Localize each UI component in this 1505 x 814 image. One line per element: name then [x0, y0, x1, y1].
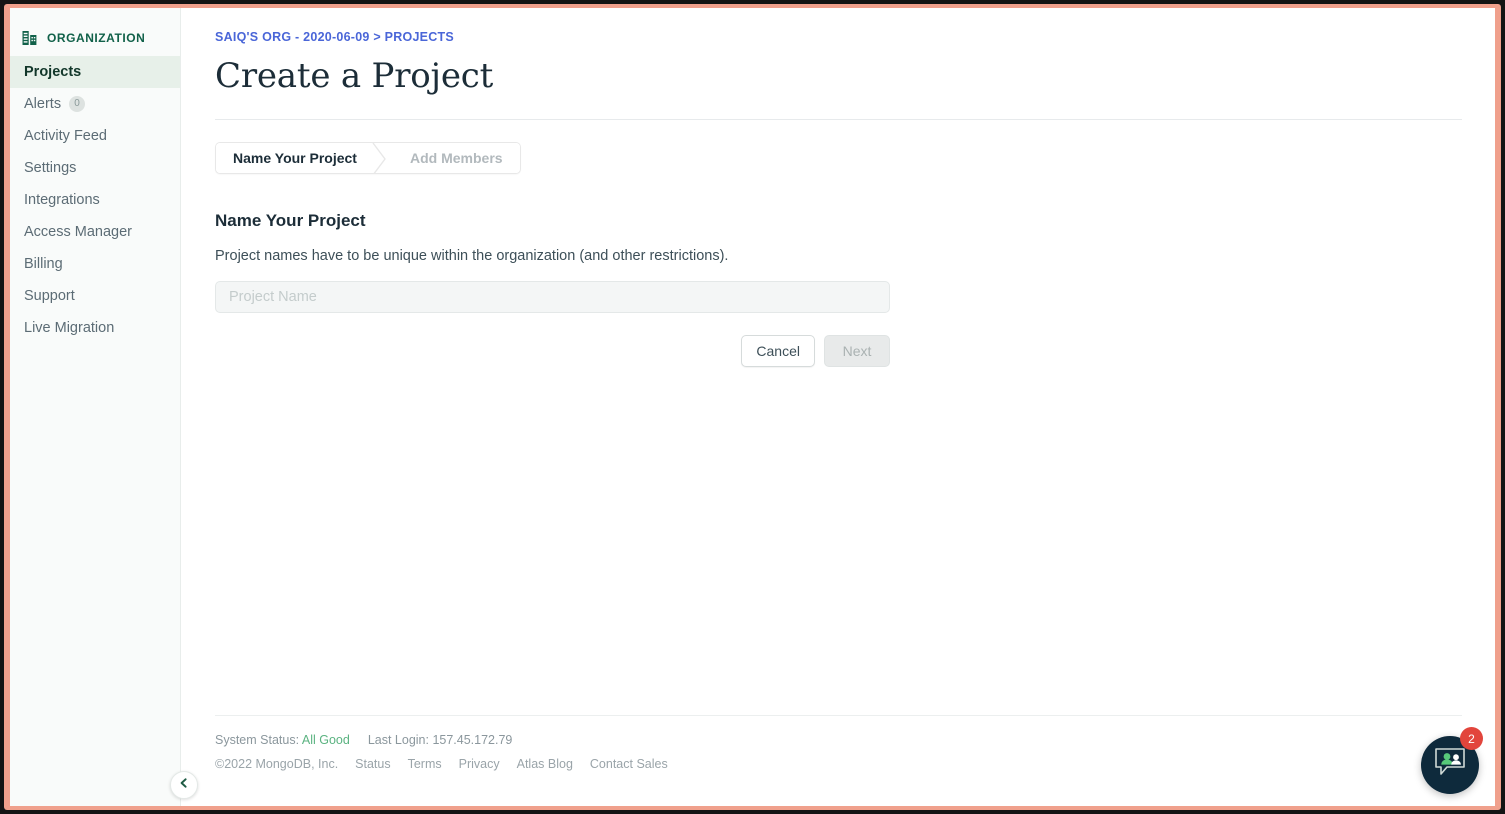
sidebar-item-access-manager[interactable]: Access Manager	[10, 216, 180, 248]
organization-header: ORGANIZATION	[10, 8, 180, 56]
step-label: Name Your Project	[233, 150, 357, 166]
cancel-button[interactable]: Cancel	[741, 335, 815, 367]
sidebar-item-label: Projects	[24, 64, 82, 80]
sidebar-item-integrations[interactable]: Integrations	[10, 184, 180, 216]
breadcrumb[interactable]: SAIQ'S ORG - 2020-06-09 > PROJECTS	[215, 30, 1467, 44]
main-content: SAIQ'S ORG - 2020-06-09 > PROJECTS Creat…	[181, 8, 1495, 806]
footer-divider	[215, 715, 1462, 716]
sidebar-item-label: Integrations	[24, 192, 100, 208]
building-icon	[22, 30, 38, 46]
sidebar-item-activity-feed[interactable]: Activity Feed	[10, 120, 180, 152]
sidebar-item-billing[interactable]: Billing	[10, 248, 180, 280]
footer-status-row: System Status: All Good Last Login: 157.…	[215, 733, 1462, 747]
system-status-label: System Status:	[215, 733, 300, 747]
step-name-your-project[interactable]: Name Your Project	[216, 143, 374, 173]
sidebar-item-alerts[interactable]: Alerts 0	[10, 88, 180, 120]
sidebar-item-label: Access Manager	[24, 224, 132, 240]
sidebar-item-label: Live Migration	[24, 320, 115, 336]
sidebar-item-label: Activity Feed	[24, 128, 107, 144]
alerts-count-badge: 0	[69, 96, 86, 112]
organization-label: ORGANIZATION	[47, 31, 146, 45]
footer: System Status: All Good Last Login: 157.…	[215, 715, 1462, 771]
sidebar-item-label: Alerts	[24, 96, 62, 112]
chat-people-icon	[1433, 747, 1467, 784]
system-status-value: All Good	[301, 733, 350, 747]
sidebar-item-settings[interactable]: Settings	[10, 152, 180, 184]
sidebar-item-support[interactable]: Support	[10, 280, 180, 312]
capture-frame: ORGANIZATION Projects Alerts 0 Activity …	[0, 0, 1505, 814]
chevron-left-icon	[178, 776, 190, 794]
footer-link-privacy[interactable]: Privacy	[459, 757, 500, 771]
form-section-title: Name Your Project	[215, 211, 366, 230]
sidebar-item-label: Support	[24, 288, 75, 304]
footer-link-terms[interactable]: Terms	[408, 757, 442, 771]
sidebar-item-projects[interactable]: Projects	[10, 56, 180, 88]
step-add-members[interactable]: Add Members	[387, 143, 520, 173]
app-viewport: ORGANIZATION Projects Alerts 0 Activity …	[10, 8, 1495, 806]
footer-link-contact-sales[interactable]: Contact Sales	[590, 757, 668, 771]
last-login: Last Login: 157.45.172.79	[367, 733, 513, 747]
system-status: System Status: All Good	[215, 733, 350, 747]
form-actions: Cancel Next	[215, 335, 890, 367]
next-button[interactable]: Next	[824, 335, 890, 367]
page-title: Create a Project	[215, 56, 494, 96]
sidebar-item-label: Billing	[24, 256, 63, 272]
project-name-input[interactable]	[215, 281, 890, 313]
wizard-stepper: Name Your Project Add Members	[215, 142, 521, 174]
sidebar-item-label: Settings	[24, 160, 77, 176]
title-divider	[215, 119, 1462, 120]
copyright: ©2022 MongoDB, Inc.	[215, 757, 339, 771]
step-label: Add Members	[409, 150, 503, 166]
sidebar-collapse-button[interactable]	[170, 771, 198, 799]
form-section-description: Project names have to be unique within t…	[215, 248, 729, 264]
chat-support-button[interactable]	[1421, 736, 1479, 794]
sidebar: ORGANIZATION Projects Alerts 0 Activity …	[10, 8, 181, 806]
footer-link-atlas-blog[interactable]: Atlas Blog	[517, 757, 573, 771]
step-separator-chevron-icon	[372, 143, 388, 173]
footer-links-row: ©2022 MongoDB, Inc. Status Terms Privacy…	[215, 757, 1462, 771]
footer-link-status[interactable]: Status	[355, 757, 390, 771]
sidebar-item-live-migration[interactable]: Live Migration	[10, 312, 180, 344]
